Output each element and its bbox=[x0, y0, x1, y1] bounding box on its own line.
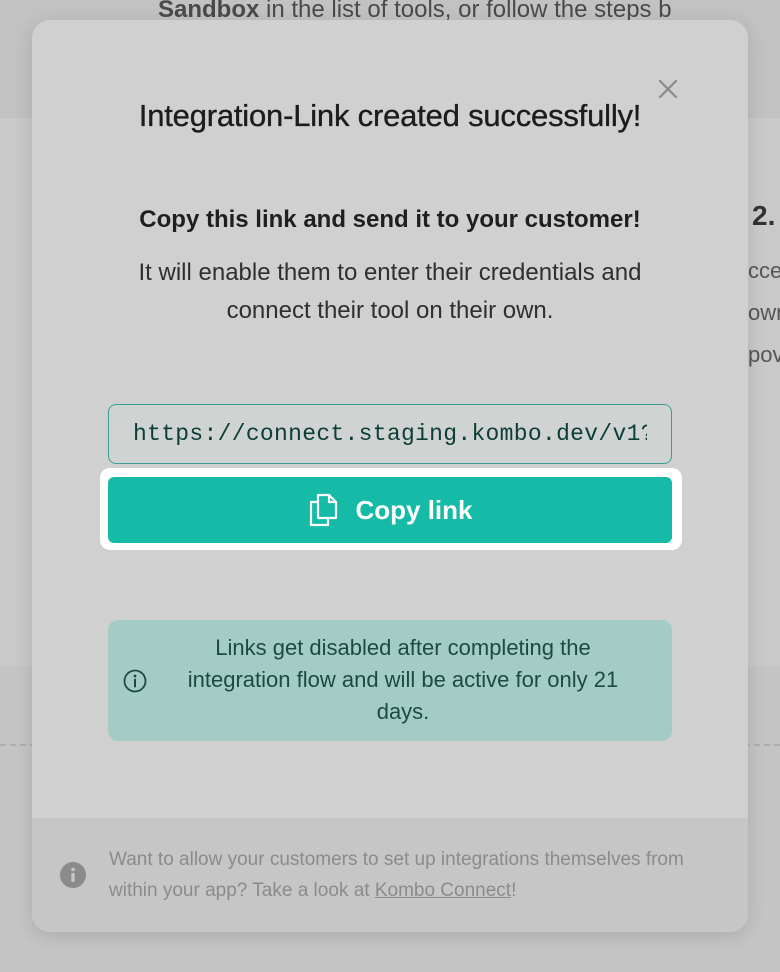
info-notice: Links get disabled after completing the … bbox=[108, 620, 672, 741]
integration-link-field[interactable] bbox=[108, 404, 672, 464]
modal-subtitle: Copy this link and send it to your custo… bbox=[139, 206, 641, 233]
info-filled-icon bbox=[59, 861, 87, 889]
integration-link-modal: Integration-Link created successfully! C… bbox=[32, 20, 748, 932]
copy-link-button[interactable]: Copy link bbox=[108, 477, 672, 543]
info-notice-text: Links get disabled after completing the … bbox=[187, 635, 619, 724]
close-icon[interactable] bbox=[657, 78, 679, 100]
modal-title: Integration-Link created successfully! bbox=[138, 98, 642, 133]
background-text-line: owr bbox=[748, 300, 780, 325]
copy-link-label: Copy link bbox=[355, 494, 473, 525]
kombo-connect-link[interactable]: Kombo Connect bbox=[375, 880, 511, 901]
copy-icon bbox=[307, 493, 339, 527]
background-step-number: 2. bbox=[752, 200, 776, 231]
info-icon bbox=[122, 668, 148, 694]
modal-footer: Want to allow your customers to set up i… bbox=[32, 818, 748, 932]
background-text-line: pov bbox=[748, 342, 780, 367]
footer-text: Want to allow your customers to set up i… bbox=[109, 849, 684, 901]
background-text-line: cce bbox=[748, 258, 780, 283]
modal-description: It will enable them to enter their crede… bbox=[138, 259, 642, 324]
